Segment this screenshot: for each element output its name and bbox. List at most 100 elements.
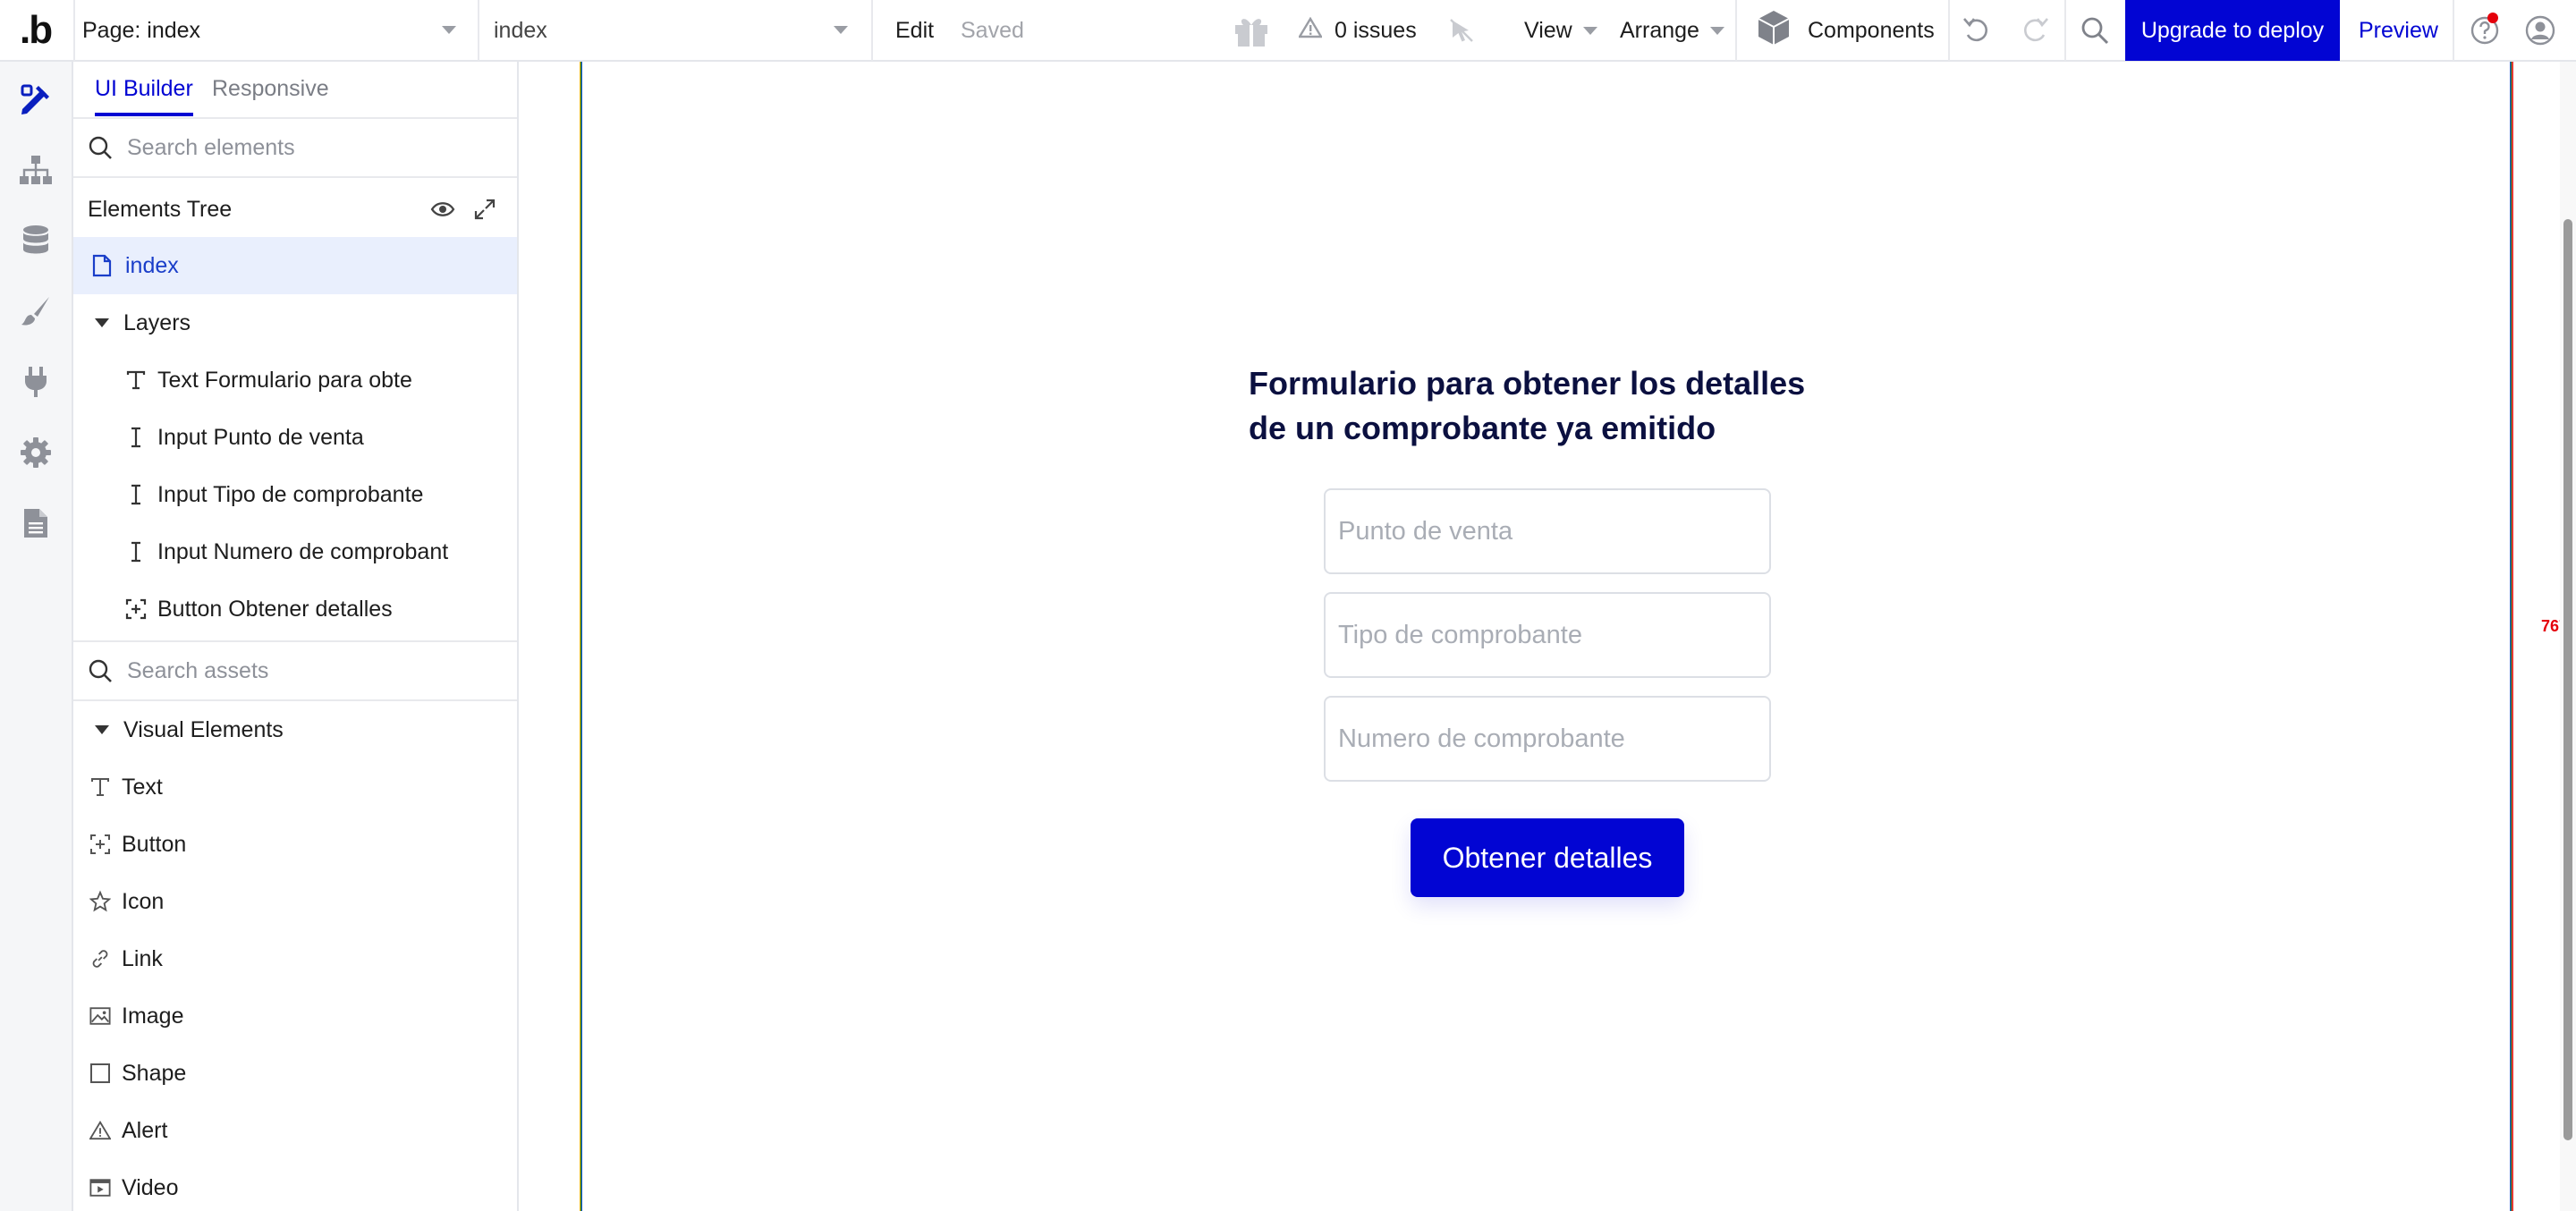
- text-icon: [125, 369, 147, 391]
- layer-input-numero-de-comprobante[interactable]: Input Numero de comprobant: [73, 523, 517, 580]
- palette-item-link[interactable]: Link: [73, 930, 517, 987]
- button-icon: [125, 598, 147, 620]
- palette-item-label: Text: [122, 774, 163, 800]
- input-cursor-icon: [125, 427, 147, 448]
- arrange-menu[interactable]: Arrange: [1620, 0, 1724, 61]
- saved-status: Saved: [961, 17, 1024, 43]
- page-select-label: Page: index: [82, 17, 201, 43]
- search-icon: [89, 136, 112, 159]
- palette-item-button[interactable]: Button: [73, 816, 517, 873]
- tab-ui-builder[interactable]: UI Builder: [95, 76, 193, 116]
- caret-down-icon[interactable]: [95, 318, 109, 327]
- issues-indicator[interactable]: 0 issues: [1297, 0, 1417, 61]
- app-logo[interactable]: .b: [20, 0, 53, 61]
- upgrade-to-deploy-button[interactable]: Upgrade to deploy: [2125, 0, 2340, 61]
- left-rail: [0, 62, 73, 1211]
- divider: [1948, 0, 1950, 61]
- link-icon: [89, 948, 111, 970]
- caret-down-icon[interactable]: [95, 725, 109, 734]
- sidebar-tabs: UI Builder Responsive: [73, 62, 517, 119]
- visual-elements-header[interactable]: Visual Elements: [73, 701, 517, 758]
- gear-icon[interactable]: [18, 435, 54, 470]
- tab-responsive[interactable]: Responsive: [212, 76, 329, 102]
- redo-icon[interactable]: [2020, 0, 2050, 61]
- search-assets-input[interactable]: [127, 657, 485, 684]
- layer-input-tipo-de-comprobante[interactable]: Input Tipo de comprobante: [73, 466, 517, 523]
- gift-icon[interactable]: [1233, 0, 1270, 61]
- numero-de-comprobante-input[interactable]: [1326, 698, 1769, 780]
- expand-icon[interactable]: [473, 198, 496, 225]
- layer-text-formulario[interactable]: Text Formulario para obte: [73, 351, 517, 409]
- page-index-select-label: index: [494, 17, 547, 43]
- view-menu-label: View: [1524, 17, 1572, 43]
- layer-label: Input Punto de venta: [157, 424, 364, 450]
- sitemap-icon[interactable]: [18, 152, 54, 188]
- layer-button-obtener-detalles[interactable]: Button Obtener detalles: [73, 580, 517, 638]
- form-title-line: de un comprobante ya emitido: [1249, 410, 1716, 446]
- tree-item-label: Layers: [123, 309, 191, 335]
- plug-icon[interactable]: [18, 364, 54, 400]
- elements-tree-header: Elements Tree: [73, 180, 517, 239]
- obtener-detalles-button[interactable]: Obtener detalles: [1411, 818, 1684, 897]
- divider: [73, 0, 75, 61]
- preview-button[interactable]: Preview: [2359, 0, 2438, 61]
- help-icon[interactable]: [2470, 0, 2500, 61]
- tipo-de-comprobante-input[interactable]: [1326, 594, 1769, 676]
- cursor-disabled-icon[interactable]: [1447, 0, 1476, 61]
- palette-item-label: Alert: [122, 1117, 168, 1143]
- star-icon: [89, 890, 111, 912]
- palette-item-label: Button: [122, 831, 187, 857]
- document-icon[interactable]: [18, 505, 54, 541]
- alert-icon: [89, 1120, 111, 1141]
- search-elements-input[interactable]: [127, 134, 485, 161]
- punto-de-venta-field[interactable]: [1324, 488, 1771, 574]
- page-select[interactable]: Page: index: [82, 0, 467, 61]
- palette-item-text[interactable]: Text: [73, 758, 517, 816]
- page-boundary-left: [580, 62, 582, 1211]
- numero-de-comprobante-field[interactable]: [1324, 696, 1771, 782]
- search-elements-row: [73, 119, 517, 178]
- punto-de-venta-input[interactable]: [1326, 490, 1769, 572]
- palette-item-label: Video: [122, 1174, 179, 1200]
- chevron-down-icon: [834, 26, 848, 34]
- design-icon[interactable]: [18, 81, 54, 117]
- search-icon[interactable]: [2080, 0, 2110, 61]
- visual-elements-label: Visual Elements: [123, 716, 284, 742]
- palette-item-shape[interactable]: Shape: [73, 1045, 517, 1102]
- chevron-down-icon: [1582, 26, 1597, 35]
- user-avatar-icon[interactable]: [2525, 0, 2555, 61]
- chevron-down-icon: [1709, 26, 1724, 35]
- divider: [2453, 0, 2454, 61]
- search-icon: [89, 659, 112, 682]
- tree-item-index[interactable]: index: [73, 237, 517, 294]
- view-menu[interactable]: View: [1524, 0, 1597, 61]
- notification-dot: [2487, 13, 2498, 23]
- divider: [478, 0, 479, 61]
- layer-label: Input Tipo de comprobante: [157, 481, 424, 507]
- components-button[interactable]: Components: [1756, 0, 1935, 61]
- brush-icon[interactable]: [18, 293, 54, 329]
- top-bar: .b Page: index index Edit Saved 0 issues: [0, 0, 2576, 62]
- image-icon: [89, 1005, 111, 1027]
- page-index-select[interactable]: index: [494, 0, 859, 61]
- tipo-de-comprobante-field[interactable]: [1324, 592, 1771, 678]
- form-title[interactable]: Formulario para obtener los detalles de …: [1249, 361, 1875, 451]
- layer-label: Button Obtener detalles: [157, 596, 393, 622]
- database-icon[interactable]: [18, 223, 54, 258]
- warning-icon: [1297, 16, 1324, 45]
- search-assets-row: [73, 642, 517, 701]
- edit-mode-button[interactable]: Edit: [895, 0, 934, 61]
- canvas-scrollbar-thumb[interactable]: [2563, 219, 2572, 1140]
- palette-item-image[interactable]: Image: [73, 987, 517, 1045]
- tree-item-layers[interactable]: Layers: [73, 294, 517, 351]
- text-icon: [89, 776, 111, 798]
- palette-item-icon[interactable]: Icon: [73, 873, 517, 930]
- palette-item-video[interactable]: Video: [73, 1159, 517, 1211]
- layer-input-punto-de-venta[interactable]: Input Punto de venta: [73, 409, 517, 466]
- bubble-editor: .b Page: index index Edit Saved 0 issues: [0, 0, 2576, 1211]
- page-boundary-right[interactable]: [2510, 62, 2513, 1211]
- eye-icon[interactable]: [430, 198, 455, 225]
- undo-icon[interactable]: [1962, 0, 1992, 61]
- issues-label: 0 issues: [1335, 17, 1417, 43]
- palette-item-alert[interactable]: Alert: [73, 1102, 517, 1159]
